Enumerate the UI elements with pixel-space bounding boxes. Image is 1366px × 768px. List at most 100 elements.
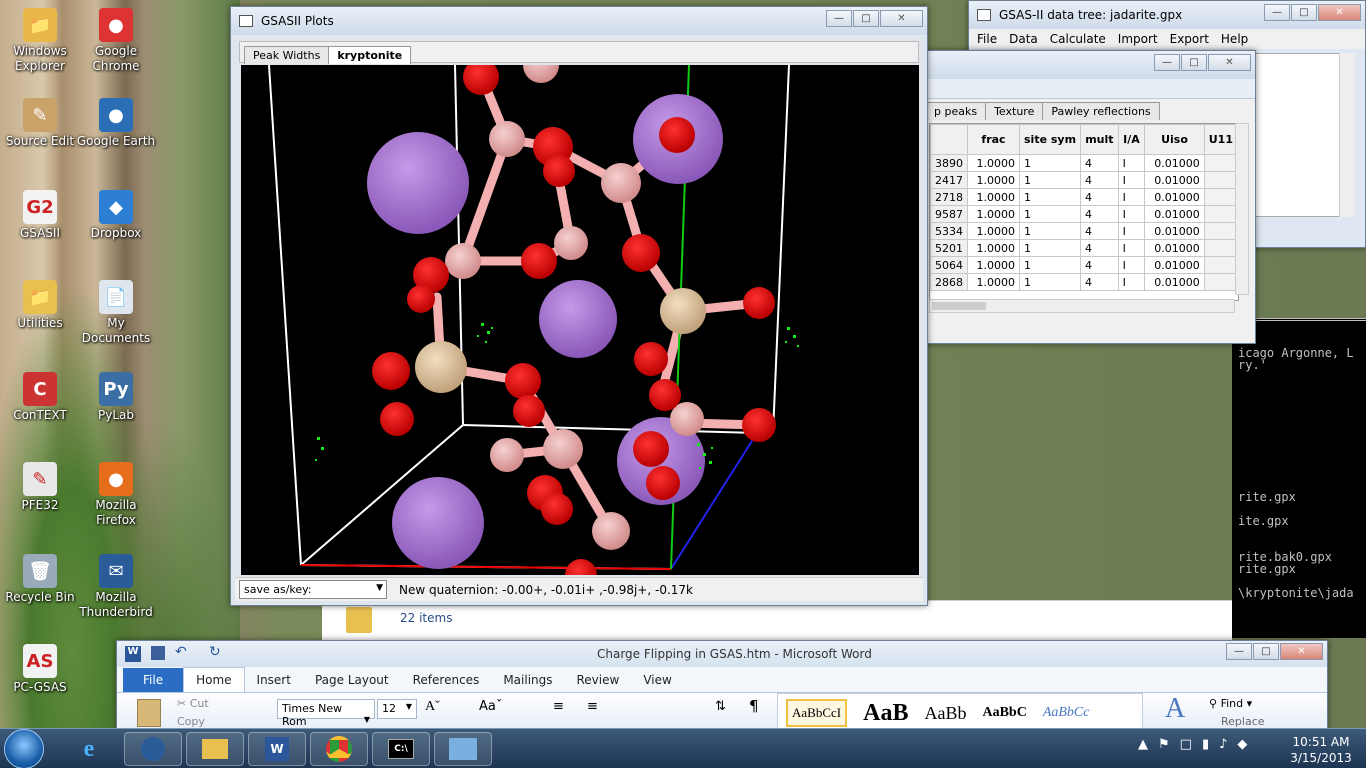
menu-data[interactable]: Data bbox=[1009, 32, 1038, 46]
device-icon[interactable]: □ bbox=[1180, 737, 1192, 752]
phase-titlebar[interactable]: — □ ✕ bbox=[919, 51, 1255, 79]
column-header[interactable]: mult bbox=[1080, 124, 1119, 155]
desktop-icon-utilities[interactable]: 📁 Utilities bbox=[0, 280, 80, 331]
paste-icon[interactable] bbox=[137, 699, 161, 727]
table-cell[interactable]: 3890 bbox=[930, 154, 968, 172]
table-cell[interactable]: 4 bbox=[1080, 171, 1119, 189]
clock[interactable]: 10:51 AM 3/15/2013 bbox=[1286, 734, 1356, 766]
close-button[interactable]: ✕ bbox=[1280, 643, 1323, 660]
taskbar-thunderbird[interactable] bbox=[124, 732, 182, 766]
table-cell[interactable]: 4 bbox=[1080, 256, 1119, 274]
table-cell[interactable]: 1 bbox=[1018, 239, 1082, 257]
table-cell[interactable]: 5334 bbox=[930, 222, 968, 240]
desktop-icon-gsasii[interactable]: G2 GSASII bbox=[0, 190, 80, 241]
table-cell[interactable]: I bbox=[1117, 239, 1146, 257]
table-cell[interactable]: 0.01000 bbox=[1144, 154, 1205, 172]
grow-font-icon[interactable]: Aˇ bbox=[425, 699, 440, 715]
desktop-icon-mozilla-firefox[interactable]: ● Mozilla Firefox bbox=[76, 462, 156, 528]
desktop-icon-windows-explorer[interactable]: 📁 Windows Explorer bbox=[0, 8, 80, 74]
data-tree-titlebar[interactable]: GSAS-II data tree: jadarite.gpx — □ ✕ bbox=[969, 1, 1365, 29]
change-case-icon[interactable]: Aaˇ bbox=[479, 699, 502, 714]
table-cell[interactable]: 0.01000 bbox=[1144, 256, 1205, 274]
sort-icon[interactable]: ⇅ bbox=[715, 699, 726, 714]
table-cell[interactable]: 4 bbox=[1080, 205, 1119, 223]
table-cell[interactable]: 1.0000 bbox=[967, 205, 1020, 223]
table-cell[interactable]: 5201 bbox=[930, 239, 968, 257]
word-window[interactable]: W ↶ ↻ Charge Flipping in GSAS.htm - Micr… bbox=[116, 640, 1328, 730]
taskbar-internet-explorer[interactable]: e bbox=[60, 732, 118, 766]
atoms-grid[interactable]: frac site sym mult I/A Uiso U11 3890 1.0000 1 4 I 0… bbox=[929, 123, 1239, 301]
tab-page-layout[interactable]: Page Layout bbox=[303, 668, 401, 692]
menu-export[interactable]: Export bbox=[1170, 32, 1209, 46]
network-icon[interactable]: ▮ bbox=[1202, 737, 1209, 752]
desktop-icon-my-documents[interactable]: 📄 My Documents bbox=[76, 280, 156, 346]
table-cell[interactable]: 1 bbox=[1018, 256, 1082, 274]
numbering-icon[interactable]: ≡ bbox=[587, 699, 598, 714]
show-hidden-icons-icon[interactable]: ▲ bbox=[1138, 737, 1148, 752]
replace-button[interactable]: Replace bbox=[1221, 715, 1265, 728]
gsas-plots-window[interactable]: GSASII Plots — □ ✕ Peak Widths kryptonite bbox=[230, 6, 928, 606]
horizontal-scrollbar[interactable] bbox=[929, 299, 1235, 313]
dropbox-icon[interactable]: ◆ bbox=[1237, 737, 1247, 752]
table-cell[interactable]: 2868 bbox=[930, 273, 968, 291]
system-tray[interactable]: ▲ ⚑ □ ▮ ♪ ◆ bbox=[1138, 737, 1247, 752]
desktop-icon-dropbox[interactable]: ◆ Dropbox bbox=[76, 190, 156, 241]
find-button[interactable]: ⚲ Find ▾ bbox=[1209, 697, 1252, 710]
table-cell[interactable]: 2417 bbox=[930, 171, 968, 189]
desktop-icon-context[interactable]: C ConTEXT bbox=[0, 372, 80, 423]
tab-mailings[interactable]: Mailings bbox=[491, 668, 564, 692]
bullets-icon[interactable]: ≡ bbox=[553, 699, 564, 714]
minimize-button[interactable]: — bbox=[1264, 4, 1290, 21]
tab-review[interactable]: Review bbox=[565, 668, 632, 692]
column-header[interactable]: I/A bbox=[1117, 124, 1146, 155]
table-cell[interactable]: 4 bbox=[1080, 188, 1119, 206]
table-cell[interactable]: 1.0000 bbox=[967, 188, 1020, 206]
tab-kryptonite[interactable]: kryptonite bbox=[328, 46, 412, 64]
explorer-window[interactable]: 22 items bbox=[322, 600, 1232, 642]
desktop-icon-recycle-bin[interactable]: 🗑 Recycle Bin bbox=[0, 554, 80, 605]
table-cell[interactable]: 0.01000 bbox=[1144, 171, 1205, 189]
console-window[interactable]: byicago Argonne, Lry.'rite.gpxite.gpxrit… bbox=[1232, 318, 1366, 638]
copy-button[interactable]: Copy bbox=[177, 715, 205, 728]
table-cell[interactable]: 1.0000 bbox=[967, 256, 1020, 274]
table-row[interactable]: 5201 1.0000 1 4 I 0.01000 bbox=[930, 239, 1238, 257]
column-header[interactable]: frac bbox=[967, 124, 1020, 155]
desktop-icon-source-edit[interactable]: ✎ Source Edit bbox=[0, 98, 80, 149]
maximize-button[interactable]: □ bbox=[1253, 643, 1279, 660]
word-icon[interactable]: W bbox=[125, 646, 141, 662]
minimize-button[interactable]: — bbox=[1226, 643, 1252, 660]
desktop-icon-mozilla-thunderbird[interactable]: ✉ Mozilla Thunderbird bbox=[76, 554, 156, 620]
table-cell[interactable]: 1.0000 bbox=[967, 171, 1020, 189]
taskbar-chrome[interactable] bbox=[310, 732, 368, 766]
table-cell[interactable]: I bbox=[1117, 256, 1146, 274]
font-size-select[interactable]: 12 ▼ bbox=[377, 699, 417, 719]
table-cell[interactable]: I bbox=[1117, 222, 1146, 240]
close-button[interactable]: ✕ bbox=[1208, 54, 1251, 71]
table-cell[interactable]: 1.0000 bbox=[967, 273, 1020, 291]
column-header[interactable] bbox=[930, 124, 968, 155]
table-row[interactable]: 2868 1.0000 1 4 I 0.01000 bbox=[930, 273, 1238, 291]
table-cell[interactable]: 1.0000 bbox=[967, 154, 1020, 172]
table-cell[interactable]: 1.0000 bbox=[967, 239, 1020, 257]
change-styles-icon[interactable]: A bbox=[1165, 693, 1185, 725]
table-row[interactable]: 9587 1.0000 1 4 I 0.01000 bbox=[930, 205, 1238, 223]
word-titlebar[interactable]: W ↶ ↻ Charge Flipping in GSAS.htm - Micr… bbox=[117, 641, 1327, 667]
desktop-icon-pylab[interactable]: Py PyLab bbox=[76, 372, 156, 423]
style-preview[interactable]: AaBbCcI bbox=[786, 699, 848, 727]
tab-texture[interactable]: Texture bbox=[985, 102, 1044, 120]
column-header[interactable]: Uiso bbox=[1144, 124, 1205, 155]
volume-icon[interactable]: ♪ bbox=[1219, 737, 1227, 752]
table-cell[interactable]: I bbox=[1117, 188, 1146, 206]
flag-icon[interactable]: ⚑ bbox=[1158, 737, 1170, 752]
table-cell[interactable]: 1 bbox=[1018, 222, 1082, 240]
table-cell[interactable]: 1 bbox=[1018, 171, 1082, 189]
minimize-button[interactable]: — bbox=[1154, 54, 1180, 71]
table-cell[interactable]: 1 bbox=[1018, 273, 1082, 291]
table-row[interactable]: 3890 1.0000 1 4 I 0.01000 bbox=[930, 154, 1238, 172]
tab-insert[interactable]: Insert bbox=[245, 668, 303, 692]
desktop-icon-google-earth[interactable]: ● Google Earth bbox=[76, 98, 156, 149]
table-cell[interactable]: 4 bbox=[1080, 239, 1119, 257]
table-cell[interactable] bbox=[1203, 188, 1238, 206]
table-cell[interactable]: 0.01000 bbox=[1144, 222, 1205, 240]
table-cell[interactable]: 9587 bbox=[930, 205, 968, 223]
